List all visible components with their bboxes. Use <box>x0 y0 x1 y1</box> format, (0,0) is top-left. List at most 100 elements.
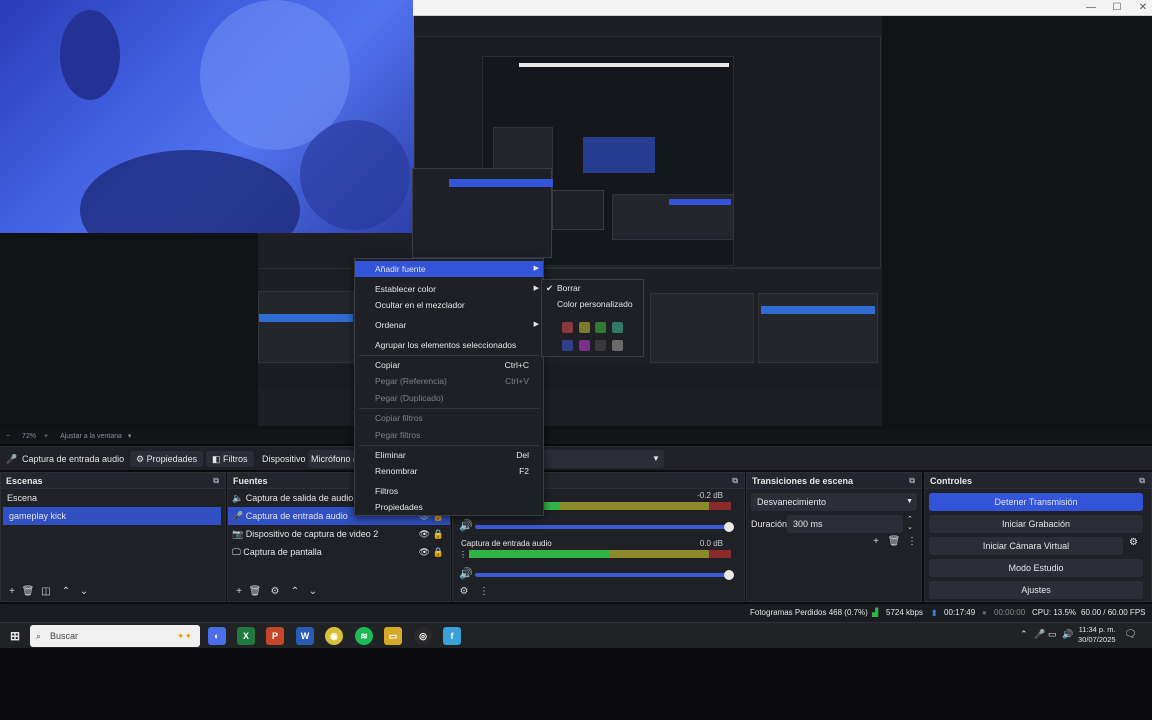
obs-icon[interactable]: ◎ <box>414 627 432 645</box>
zoom-level[interactable]: 72% <box>22 433 36 440</box>
move-down-icon[interactable]: ⌄ <box>77 585 91 599</box>
excel-icon[interactable]: X <box>237 627 255 645</box>
chrome-icon[interactable]: ◉ <box>325 627 343 645</box>
powerpoint-icon[interactable]: P <box>266 627 284 645</box>
trash-icon[interactable]: 🗑 <box>248 585 262 599</box>
kebab-menu-icon[interactable]: ⋮ <box>477 585 491 599</box>
color-swatch[interactable] <box>579 322 590 333</box>
menu-item-delete[interactable]: Eliminar Del <box>355 447 543 463</box>
source-item[interactable]: 📷 Dispositivo de captura de video 2 👁 🔒 <box>228 525 450 543</box>
color-swatch[interactable] <box>595 340 606 351</box>
dock-float-icon[interactable]: ⧉ <box>213 473 219 489</box>
move-down-icon[interactable]: ⌄ <box>306 585 320 599</box>
volume-icon[interactable]: 🔊 <box>459 567 473 580</box>
submenu-arrow-icon: ▶ <box>533 265 539 272</box>
start-virtual-camera-button[interactable]: Iniciar Cámara Virtual <box>929 537 1123 555</box>
color-swatch[interactable] <box>612 322 623 333</box>
kick-app-icon[interactable]: f <box>443 627 461 645</box>
mixer-advanced-icon[interactable]: ⚙ <box>457 585 471 599</box>
dock-float-icon[interactable]: ⧉ <box>1139 473 1145 489</box>
scene-filter-icon[interactable]: ◫ <box>39 585 53 599</box>
menu-item-clear-color[interactable]: ✔ Borrar <box>542 280 643 296</box>
filter-icon: ◧ <box>212 454 224 464</box>
lock-icon[interactable]: 🔒 <box>433 543 444 561</box>
source-label: Dispositivo de captura de video 2 <box>245 529 379 539</box>
zoom-minus-icon[interactable]: − <box>6 433 10 440</box>
volume-icon[interactable]: 🔊 <box>459 519 473 532</box>
color-swatch[interactable] <box>579 340 590 351</box>
dock-float-icon[interactable]: ⧉ <box>909 473 915 489</box>
color-swatch[interactable] <box>595 322 606 333</box>
scene-item-selected[interactable]: gameplay kick <box>3 507 221 525</box>
menu-item-custom-color[interactable]: Color personalizado <box>542 296 643 312</box>
color-swatch[interactable] <box>562 340 573 351</box>
volume-slider[interactable] <box>475 522 734 532</box>
taskbar-search[interactable]: ⌕ Buscar ✦✦ <box>30 625 200 647</box>
microphone-tray-icon[interactable]: 🎤 <box>1034 629 1045 640</box>
properties-label: Propiedades <box>146 454 198 464</box>
color-submenu: ✔ Borrar Color personalizado <box>541 279 644 357</box>
filters-button[interactable]: ◧ Filtros <box>206 451 254 467</box>
source-item[interactable]: 🖵 Captura de pantalla 👁 🔒 <box>228 543 450 561</box>
gear-icon[interactable]: ⚙ <box>1129 537 1138 548</box>
kebab-menu-icon[interactable]: ⋮ <box>459 550 467 559</box>
kebab-menu-icon[interactable]: ⋮ <box>905 535 919 549</box>
windows-taskbar: ⊞ ⌕ Buscar ✦✦ ◐ X P W ◉ ≋ ▭ ◎ f ⌃ 🎤 ▭ 🔊 … <box>0 622 1152 648</box>
chevron-down-icon[interactable]: ▾ <box>128 433 132 440</box>
submenu-arrow-icon: ▶ <box>533 321 539 328</box>
menu-item-properties[interactable]: Propiedades <box>355 499 543 515</box>
stop-stream-button[interactable]: Detener Transmisión <box>929 493 1143 511</box>
add-scene-button[interactable]: + <box>5 585 19 599</box>
move-up-icon[interactable]: ⌃ <box>59 585 73 599</box>
zoom-plus-icon[interactable]: + <box>44 433 48 440</box>
close-button[interactable]: ✕ <box>1129 0 1152 16</box>
scene-item[interactable]: Escena <box>1 489 225 507</box>
transition-select[interactable]: Desvanecimiento ▼ <box>751 493 917 511</box>
tray-chevron-icon[interactable]: ⌃ <box>1020 629 1028 640</box>
volume-tray-icon[interactable]: 🔊 <box>1062 629 1073 640</box>
scenes-title: Escenas <box>6 476 43 486</box>
color-swatch[interactable] <box>612 340 623 351</box>
menu-item-copy-filters: Copiar filtros <box>355 410 543 426</box>
add-transition-button[interactable]: + <box>869 535 883 549</box>
notifications-icon[interactable]: 🗨 <box>1124 629 1137 640</box>
menu-item-label: Pegar filtros <box>375 430 421 440</box>
menu-item-group[interactable]: Agrupar los elementos seleccionados <box>355 337 543 353</box>
menu-item-set-color[interactable]: Establecer color ▶ <box>355 281 543 297</box>
trash-icon[interactable]: 🗑 <box>21 585 35 599</box>
menu-item-hide-mixer[interactable]: Ocultar en el mezclador <box>355 297 543 313</box>
menu-item-label: Copiar filtros <box>375 413 423 423</box>
properties-button[interactable]: ⚙ Propiedades <box>130 451 204 467</box>
word-icon[interactable]: W <box>296 627 314 645</box>
clock[interactable]: 11:34 p. m. 30/07/2025 <box>1078 625 1116 645</box>
stepper-icon[interactable]: ⌃ ⌄ <box>907 515 913 531</box>
move-up-icon[interactable]: ⌃ <box>288 585 302 599</box>
lock-icon[interactable]: 🔒 <box>433 525 444 543</box>
file-explorer-icon[interactable]: ▭ <box>384 627 402 645</box>
color-swatch[interactable] <box>562 322 573 333</box>
maximize-button[interactable]: ☐ <box>1103 0 1131 16</box>
volume-slider[interactable] <box>475 570 734 580</box>
visibility-eye-icon[interactable]: 👁 <box>419 543 430 561</box>
gear-icon[interactable]: ⚙ <box>268 585 282 599</box>
copilot-icon[interactable]: ◐ <box>208 627 226 645</box>
fit-to-window-label[interactable]: Ajustar a la ventana <box>60 433 122 440</box>
spotify-icon[interactable]: ≋ <box>355 627 373 645</box>
studio-mode-button[interactable]: Modo Estudio <box>929 559 1143 577</box>
menu-item-add-source[interactable]: Añadir fuente ▶ <box>355 261 543 277</box>
menu-item-copy[interactable]: Copiar Ctrl+C <box>355 357 543 373</box>
duration-input[interactable]: 300 ms <box>787 515 903 533</box>
start-button[interactable]: ⊞ <box>6 627 24 645</box>
network-icon[interactable]: ▭ <box>1048 629 1057 640</box>
start-recording-button[interactable]: Iniciar Grabación <box>929 515 1143 533</box>
trash-icon[interactable]: 🗑 <box>887 535 901 549</box>
menu-item-rename[interactable]: Renombrar F2 <box>355 463 543 479</box>
transitions-header: Transiciones de escena ⧉ <box>747 473 921 489</box>
menu-item-order[interactable]: Ordenar ▶ <box>355 317 543 333</box>
settings-button[interactable]: Ajustes <box>929 581 1143 599</box>
minimize-button[interactable]: — <box>1077 0 1105 16</box>
dock-float-icon[interactable]: ⧉ <box>732 473 738 489</box>
add-source-button[interactable]: + <box>232 585 246 599</box>
menu-item-filters[interactable]: Filtros <box>355 483 543 499</box>
visibility-eye-icon[interactable]: 👁 <box>419 525 430 543</box>
